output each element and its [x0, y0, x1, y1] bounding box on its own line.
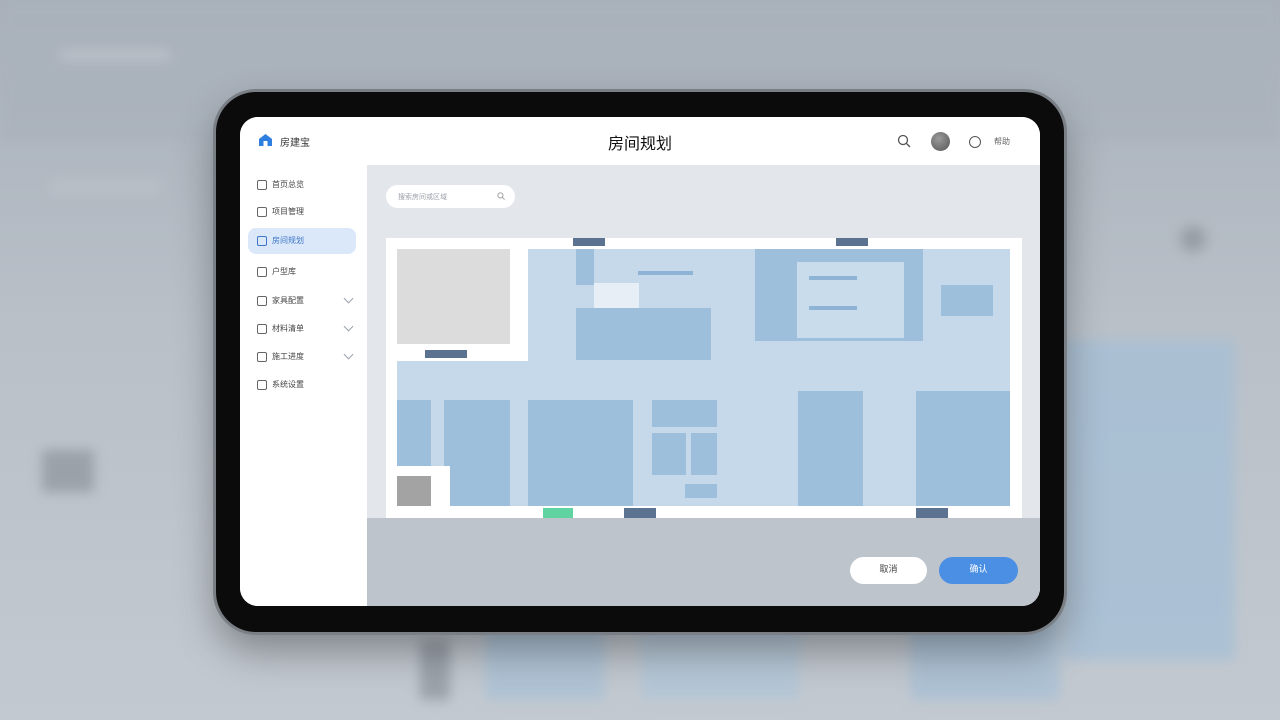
- room-closet[interactable]: [576, 249, 594, 285]
- room-bedroom-3[interactable]: [916, 391, 1010, 506]
- main-content: 搜索房间或区域 取消 确认: [367, 165, 1040, 606]
- search-icon[interactable]: [897, 134, 911, 148]
- sidebar-item-label: 户型库: [272, 267, 296, 276]
- door-marker[interactable]: [916, 508, 948, 518]
- room-kitchen[interactable]: [576, 308, 711, 360]
- room-utility[interactable]: [397, 476, 431, 506]
- room-storage[interactable]: [397, 249, 510, 344]
- sidebar-item-furniture[interactable]: 家具配置: [248, 288, 356, 314]
- help-link[interactable]: 帮助: [994, 136, 1010, 147]
- door-marker[interactable]: [573, 238, 605, 246]
- bed-line: [809, 306, 857, 310]
- top-header: 房建宝 房间规划 帮助: [240, 117, 1040, 166]
- chevron-down-icon: [343, 293, 354, 304]
- sidebar-item-settings[interactable]: 系统设置: [248, 372, 356, 398]
- clock-icon: [257, 352, 267, 362]
- confirm-button[interactable]: 确认: [939, 557, 1018, 584]
- room-study-top[interactable]: [652, 400, 717, 427]
- sidebar-item-progress[interactable]: 施工进度: [248, 344, 356, 370]
- floor-plan-canvas[interactable]: [386, 238, 1022, 518]
- counter-line: [638, 271, 693, 275]
- action-bar: 取消 确认: [367, 518, 1040, 606]
- circle-icon[interactable]: [969, 136, 981, 148]
- home-icon: [257, 180, 267, 190]
- door-marker[interactable]: [836, 238, 868, 246]
- door-marker[interactable]: [425, 350, 467, 358]
- app-screen: 房建宝 房间规划 帮助 首页总览 项目管理 房间规划 户型库 家具配置 材料清单…: [240, 117, 1040, 606]
- door-marker[interactable]: [624, 508, 656, 518]
- sidebar-item-label: 房间规划: [272, 236, 304, 245]
- room-pantry[interactable]: [594, 283, 639, 308]
- search-placeholder: 搜索房间或区域: [398, 193, 447, 201]
- sidebar-item-room-planning[interactable]: 房间规划: [248, 228, 356, 254]
- room-study-b[interactable]: [691, 433, 717, 475]
- furniture-bed[interactable]: [797, 262, 904, 338]
- sidebar-item-label: 首页总览: [272, 180, 304, 189]
- sidebar-item-projects[interactable]: 项目管理: [248, 199, 356, 225]
- list-icon: [257, 324, 267, 334]
- chevron-down-icon: [343, 349, 354, 360]
- entrance-marker[interactable]: [543, 508, 573, 518]
- room-study-c[interactable]: [685, 484, 717, 498]
- sidebar-item-label: 施工进度: [272, 352, 304, 361]
- sidebar-item-materials[interactable]: 材料清单: [248, 316, 356, 342]
- sidebar-item-overview[interactable]: 首页总览: [248, 172, 356, 198]
- sidebar-item-label: 项目管理: [272, 207, 304, 216]
- sidebar-item-floorplans[interactable]: 户型库: [248, 259, 356, 285]
- page-title: 房间规划: [607, 134, 672, 153]
- room-living[interactable]: [528, 400, 633, 506]
- layout-icon: [257, 236, 267, 246]
- room-wardrobe[interactable]: [941, 285, 993, 316]
- sidebar-item-label: 系统设置: [272, 380, 304, 389]
- grid-icon: [257, 267, 267, 277]
- sidebar: 首页总览 项目管理 房间规划 户型库 家具配置 材料清单 施工进度 系统设置: [240, 165, 368, 606]
- bed-line: [809, 276, 857, 280]
- room-bath-2[interactable]: [444, 400, 510, 506]
- search-input[interactable]: 搜索房间或区域: [386, 185, 515, 208]
- cancel-button[interactable]: 取消: [850, 557, 927, 584]
- chevron-down-icon: [343, 321, 354, 332]
- room-bedroom-2[interactable]: [798, 391, 863, 506]
- folder-icon: [257, 207, 267, 217]
- avatar[interactable]: [931, 132, 950, 151]
- gear-icon: [257, 380, 267, 390]
- sofa-icon: [257, 296, 267, 306]
- sidebar-item-label: 材料清单: [272, 324, 304, 333]
- search-icon[interactable]: [497, 192, 505, 200]
- sidebar-item-label: 家具配置: [272, 296, 304, 305]
- room-study-a[interactable]: [652, 433, 686, 475]
